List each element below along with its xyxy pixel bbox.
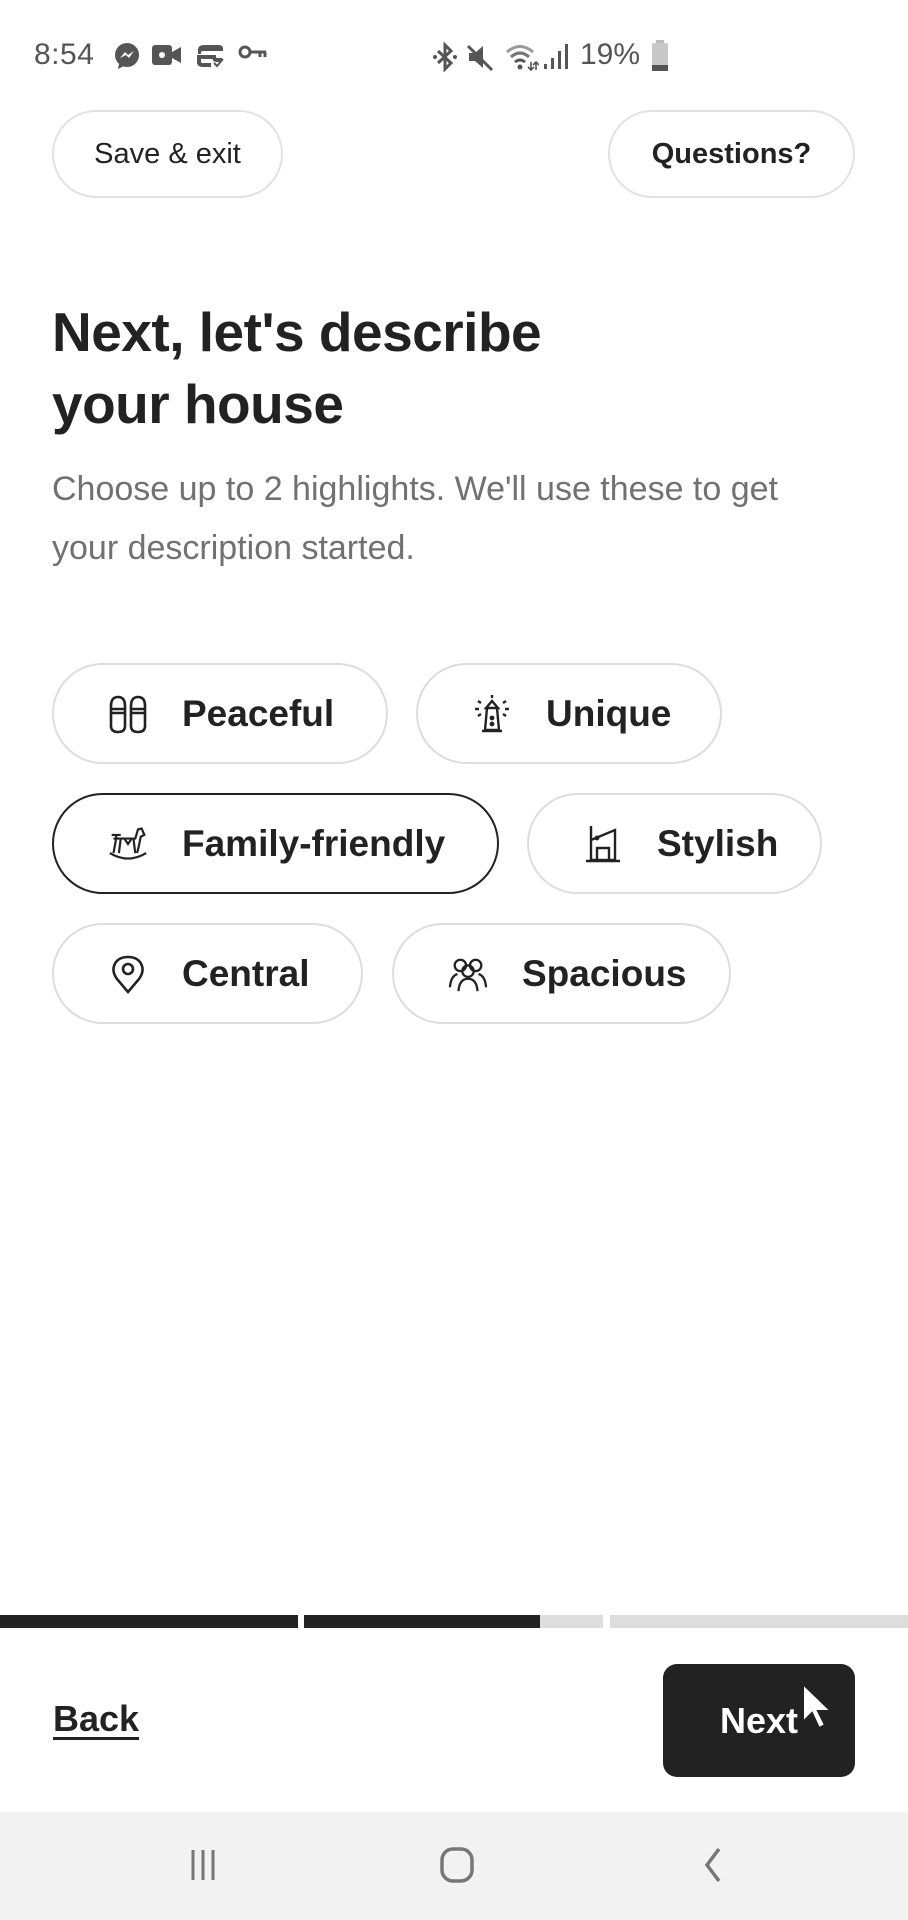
back-link[interactable]: Back [53,1698,139,1740]
home-icon [438,1845,478,1890]
video-call-icon [151,42,183,68]
people-group-icon [448,954,488,994]
highlight-chip-central[interactable]: Central [52,923,363,1024]
back-icon [697,1845,727,1890]
map-pin-icon [108,954,148,994]
status-bar: 8:54 19% [0,0,908,110]
progress-bar [0,1615,908,1628]
bluetooth-icon [432,42,458,72]
progress-segment-1 [0,1615,298,1628]
page-title-line-2: your house [52,373,344,435]
progress-fill-2 [304,1615,541,1628]
rocking-horse-icon [108,824,148,864]
battery-percent: 19% [580,38,641,71]
system-nav-bar [0,1812,908,1920]
progress-segment-3 [610,1615,908,1628]
highlight-label: Central [182,952,310,994]
mouse-cursor-icon [800,1681,834,1732]
battery-icon [651,40,669,72]
messenger-icon [113,42,141,70]
system-back-button[interactable] [682,1840,742,1894]
highlight-chip-unique[interactable]: Unique [416,663,722,764]
page-title-line-1: Next, let's describe [52,301,542,363]
highlight-label: Spacious [522,952,687,994]
highlight-label: Unique [546,692,672,734]
progress-segment-2 [304,1615,603,1628]
mute-icon [466,42,494,72]
save-and-exit-button[interactable]: Save & exit [52,110,283,198]
vpn-key-icon [238,42,268,62]
page-title: Next, let's describe your house [52,296,812,440]
highlight-label: Stylish [657,822,779,864]
highlight-chip-family-friendly[interactable]: Family-friendly [52,793,499,894]
wifi-icon [505,42,539,72]
highlight-chip-spacious[interactable]: Spacious [392,923,731,1024]
highlight-chip-peaceful[interactable]: Peaceful [52,663,388,764]
status-time: 8:54 [34,38,95,71]
highlight-label: Family-friendly [182,822,446,864]
progress-fill-1 [0,1615,298,1628]
recent-apps-icon [185,1848,221,1887]
modern-house-icon [583,824,623,864]
highlight-label: Peaceful [182,692,335,734]
home-button[interactable] [428,1840,488,1894]
slippers-icon [108,694,148,734]
page-subtitle: Choose up to 2 highlights. We'll use the… [52,470,778,567]
highlight-chip-stylish[interactable]: Stylish [527,793,822,894]
lighthouse-icon [472,694,512,734]
questions-button[interactable]: Questions? [608,110,855,198]
recent-apps-button[interactable] [173,1840,233,1894]
sync-icon [195,42,225,68]
signal-icon [543,42,569,70]
